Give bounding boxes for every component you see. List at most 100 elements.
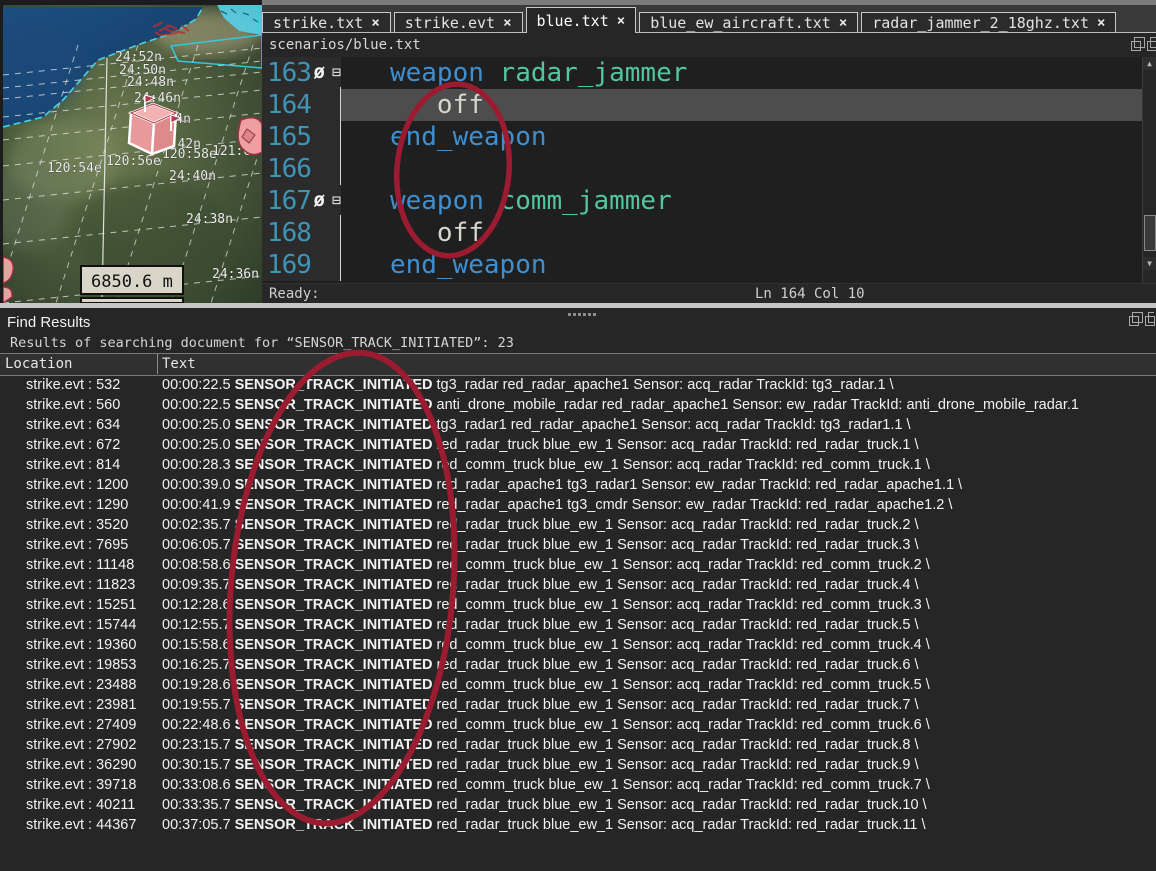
code-text: weapon comm_jammer	[341, 185, 1156, 217]
tab-strike.txt[interactable]: strike.txt×	[262, 12, 391, 32]
line-number-gutter[interactable]: 163ø⊟	[262, 57, 341, 89]
result-row[interactable]: strike.evt : 129000:00:41.9 SENSOR_TRACK…	[0, 495, 1156, 515]
line-number: 169	[267, 250, 311, 280]
visibility-off-icon[interactable]: ø	[314, 185, 325, 215]
code-line-163[interactable]: 163ø⊟ weapon radar_jammer	[262, 57, 1156, 89]
column-header-text[interactable]: Text	[162, 354, 196, 374]
result-location: strike.evt : 532	[0, 375, 162, 395]
tab-close-icon[interactable]: ×	[371, 15, 379, 31]
tab-blue_ew_aircraft.txt[interactable]: blue_ew_aircraft.txt×	[639, 12, 858, 32]
line-number-gutter[interactable]: 168	[262, 217, 341, 249]
result-row[interactable]: strike.evt : 1574400:12:55.7 SENSOR_TRAC…	[0, 615, 1156, 635]
scroll-down-icon[interactable]: ▼	[1143, 257, 1156, 270]
result-row[interactable]: strike.evt : 352000:02:35.7 SENSOR_TRACK…	[0, 515, 1156, 535]
result-text: 00:19:28.6 SENSOR_TRACK_INITIATED red_co…	[162, 675, 1156, 695]
line-number: 164	[267, 90, 311, 120]
result-row[interactable]: strike.evt : 2790200:23:15.7 SENSOR_TRAC…	[0, 735, 1156, 755]
result-text: 00:00:28.3 SENSOR_TRACK_INITIATED red_co…	[162, 455, 1156, 475]
result-row[interactable]: strike.evt : 2348800:19:28.6 SENSOR_TRAC…	[0, 675, 1156, 695]
result-text: 00:00:39.0 SENSOR_TRACK_INITIATED red_ra…	[162, 475, 1156, 495]
result-row[interactable]: strike.evt : 1114800:08:58.6 SENSOR_TRAC…	[0, 555, 1156, 575]
code-line-167[interactable]: 167ø⊟ weapon comm_jammer	[262, 185, 1156, 217]
code-line-168[interactable]: 168 off	[262, 217, 1156, 249]
result-location: strike.evt : 11148	[0, 555, 162, 575]
result-row[interactable]: strike.evt : 67200:00:25.0 SENSOR_TRACK_…	[0, 435, 1156, 455]
code-lines: 163ø⊟ weapon radar_jammer164 off165 end_…	[262, 57, 1156, 281]
visibility-off-icon[interactable]: ø	[314, 57, 325, 87]
result-row[interactable]: strike.evt : 2398100:19:55.7 SENSOR_TRAC…	[0, 695, 1156, 715]
code-line-169[interactable]: 169 end_weapon	[262, 249, 1156, 281]
result-row[interactable]: strike.evt : 1985300:16:25.7 SENSOR_TRAC…	[0, 655, 1156, 675]
result-text: 00:33:35.7 SENSOR_TRACK_INITIATED red_ra…	[162, 795, 1156, 815]
column-header-location[interactable]: Location	[5, 354, 72, 374]
result-row[interactable]: strike.evt : 3971800:33:08.6 SENSOR_TRAC…	[0, 775, 1156, 795]
line-number-gutter[interactable]: 166	[262, 153, 341, 185]
map-scale: 6850.6 m	[81, 266, 183, 303]
splitter-grip-icon[interactable]	[568, 313, 596, 316]
column-divider[interactable]	[157, 354, 158, 374]
tab-close-icon[interactable]: ×	[617, 13, 625, 29]
code-editor[interactable]: 163ø⊟ weapon radar_jammer164 off165 end_…	[262, 57, 1156, 283]
map-view[interactable]: 24:52n24:50n24:48n24:46n24:44n24:42n24:4…	[3, 5, 262, 303]
result-row[interactable]: strike.evt : 3629000:30:15.7 SENSOR_TRAC…	[0, 755, 1156, 775]
result-row[interactable]: strike.evt : 4021100:33:35.7 SENSOR_TRAC…	[0, 795, 1156, 815]
fold-collapse-icon[interactable]: ⊟	[332, 57, 341, 87]
tab-close-icon[interactable]: ×	[839, 15, 847, 31]
code-line-166[interactable]: 166	[262, 153, 1156, 185]
tab-strike.evt[interactable]: strike.evt×	[394, 12, 523, 32]
close-panel-icon[interactable]	[1148, 312, 1154, 323]
close-panel-icon[interactable]	[1150, 37, 1156, 48]
line-number-gutter[interactable]: 167ø⊟	[262, 185, 341, 217]
breadcrumb-row: scenarios/blue.txt	[262, 33, 1156, 57]
float-window-icon[interactable]	[1134, 37, 1145, 48]
tab-radar_jammer_2_18ghz.txt[interactable]: radar_jammer_2_18ghz.txt×	[861, 12, 1116, 32]
grid-label: 24:46n	[134, 91, 181, 106]
result-location: strike.evt : 40211	[0, 795, 162, 815]
code-text: end_weapon	[341, 121, 1156, 153]
editor-scrollbar[interactable]: ▲ ▼	[1142, 57, 1156, 283]
result-location: strike.evt : 15744	[0, 615, 162, 635]
result-row[interactable]: strike.evt : 81400:00:28.3 SENSOR_TRACK_…	[0, 455, 1156, 475]
result-row[interactable]: strike.evt : 63400:00:25.0 SENSOR_TRACK_…	[0, 415, 1156, 435]
result-text: 00:00:25.0 SENSOR_TRACK_INITIATED red_ra…	[162, 435, 1156, 455]
float-window-icon[interactable]	[1132, 312, 1143, 323]
grid-label: 24:40n	[169, 169, 216, 184]
result-row[interactable]: strike.evt : 2740900:22:48.6 SENSOR_TRAC…	[0, 715, 1156, 735]
line-number-gutter[interactable]: 169	[262, 249, 341, 281]
line-number: 166	[267, 154, 311, 184]
code-text	[341, 153, 1156, 185]
result-row[interactable]: strike.evt : 1936000:15:58.6 SENSOR_TRAC…	[0, 635, 1156, 655]
result-text: 00:00:25.0 SENSOR_TRACK_INITIATED tg3_ra…	[162, 415, 1156, 435]
scrollbar-thumb[interactable]	[1144, 215, 1156, 251]
scroll-up-icon[interactable]: ▲	[1143, 57, 1156, 70]
result-row[interactable]: strike.evt : 56000:00:22.5 SENSOR_TRACK_…	[0, 395, 1156, 415]
result-location: strike.evt : 27409	[0, 715, 162, 735]
line-number: 165	[267, 122, 311, 152]
result-row[interactable]: strike.evt : 4436700:37:05.7 SENSOR_TRAC…	[0, 815, 1156, 835]
line-number-gutter[interactable]: 164	[262, 89, 341, 121]
result-location: strike.evt : 44367	[0, 815, 162, 835]
result-text: 00:06:05.7 SENSOR_TRACK_INITIATED red_ra…	[162, 535, 1156, 555]
tab-blue.txt[interactable]: blue.txt×	[526, 7, 637, 33]
code-line-164[interactable]: 164 off	[262, 89, 1156, 121]
result-text: 00:00:22.5 SENSOR_TRACK_INITIATED anti_d…	[162, 395, 1156, 415]
fold-collapse-icon[interactable]: ⊟	[332, 185, 341, 215]
line-number-gutter[interactable]: 165	[262, 121, 341, 153]
result-text: 00:12:55.7 SENSOR_TRACK_INITIATED red_ra…	[162, 615, 1156, 635]
code-line-165[interactable]: 165 end_weapon	[262, 121, 1156, 153]
result-row[interactable]: strike.evt : 769500:06:05.7 SENSOR_TRACK…	[0, 535, 1156, 555]
result-text: 00:08:58.6 SENSOR_TRACK_INITIATED red_co…	[162, 555, 1156, 575]
tab-close-icon[interactable]: ×	[1097, 15, 1105, 31]
result-row[interactable]: strike.evt : 53200:00:22.5 SENSOR_TRACK_…	[0, 375, 1156, 395]
result-row[interactable]: strike.evt : 120000:00:39.0 SENSOR_TRACK…	[0, 475, 1156, 495]
result-text: 00:00:41.9 SENSOR_TRACK_INITIATED red_ra…	[162, 495, 1156, 515]
result-row[interactable]: strike.evt : 1182300:09:35.7 SENSOR_TRAC…	[0, 575, 1156, 595]
result-text: 00:09:35.7 SENSOR_TRACK_INITIATED red_ra…	[162, 575, 1156, 595]
tab-close-icon[interactable]: ×	[503, 15, 511, 31]
result-location: strike.evt : 634	[0, 415, 162, 435]
search-summary: Results of searching document for “SENSO…	[10, 335, 514, 351]
result-location: strike.evt : 36290	[0, 755, 162, 775]
result-row[interactable]: strike.evt : 1525100:12:28.6 SENSOR_TRAC…	[0, 595, 1156, 615]
results-table-header: Location Text	[0, 353, 1156, 376]
application-window: 24:52n24:50n24:48n24:46n24:44n24:42n24:4…	[0, 0, 1156, 871]
